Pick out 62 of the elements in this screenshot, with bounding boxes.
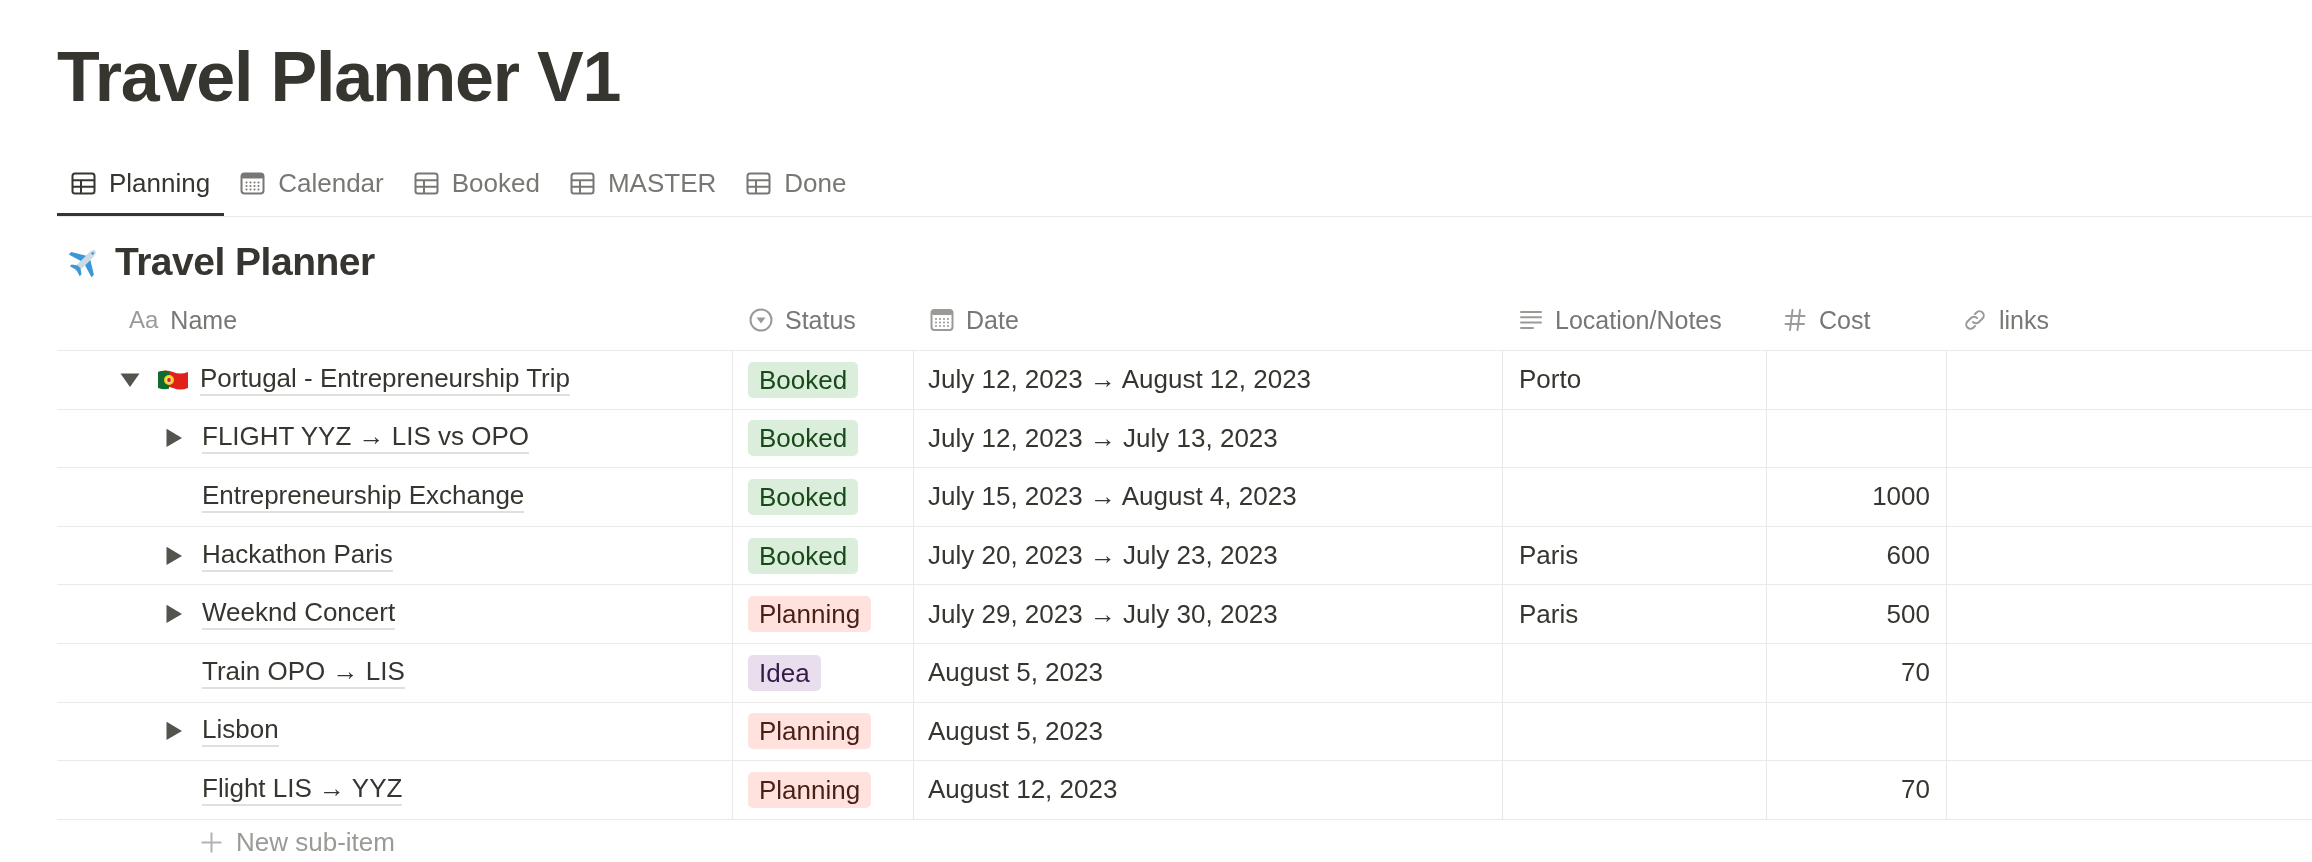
text-lines-icon xyxy=(1519,308,1543,332)
status-tag: Booked xyxy=(748,361,859,398)
link-icon xyxy=(1963,308,1987,332)
cost-value: 600 xyxy=(1886,540,1930,572)
view-tab[interactable]: Calendar xyxy=(226,150,398,216)
location-text: Paris xyxy=(1519,540,1579,572)
page-title: Travel Planner V1 xyxy=(57,37,621,118)
page-link[interactable]: Flight LIS → YYZ xyxy=(202,774,403,806)
status-tag: Booked xyxy=(748,479,859,515)
view-tab[interactable]: Done xyxy=(732,150,861,216)
page-link[interactable]: Hackathon Paris xyxy=(202,539,393,572)
location-text: Porto xyxy=(1519,364,1582,396)
cost-value: 1000 xyxy=(1872,481,1930,513)
page-link[interactable]: Train OPO → LIS xyxy=(202,656,405,689)
calendar-icon xyxy=(930,308,954,332)
date-text: August 12, 2023 xyxy=(928,774,1118,806)
database-title: Travel Planner xyxy=(115,240,375,284)
cost-value: 70 xyxy=(1901,657,1930,689)
date-text: July 12, 2023 → August 12, 2023 xyxy=(928,364,1312,396)
date-text: July 15, 2023 → August 4, 2023 xyxy=(928,481,1297,513)
table-icon xyxy=(413,171,439,195)
status-tag: Planning xyxy=(748,713,872,750)
page-link[interactable]: FLIGHT YYZ → LIS vs OPO xyxy=(202,422,529,455)
view-tab[interactable]: Booked xyxy=(399,150,554,216)
status-tag: Idea xyxy=(748,654,821,691)
view-tab[interactable]: MASTER xyxy=(555,150,731,216)
dropdown-circle-icon xyxy=(749,308,773,332)
location-text: Paris xyxy=(1519,598,1579,630)
column-header[interactable]: Aa Name xyxy=(129,305,238,335)
column-header[interactable]: Date xyxy=(930,305,1019,335)
table-icon xyxy=(746,171,772,195)
plus-icon xyxy=(201,832,222,854)
date-text: July 12, 2023 → July 13, 2023 xyxy=(928,422,1278,454)
new-sub-item-button[interactable]: New sub-item xyxy=(201,827,395,859)
view-tab[interactable]: Planning xyxy=(57,150,225,216)
page-link[interactable]: Lisbon xyxy=(202,715,279,748)
column-header[interactable]: Location/Notes xyxy=(1519,305,1722,335)
table-icon xyxy=(71,171,96,195)
triangle-right-icon[interactable] xyxy=(164,721,184,742)
page-link[interactable]: Weeknd Concert xyxy=(202,598,396,631)
date-text: July 20, 2023 → July 23, 2023 xyxy=(928,540,1278,572)
page-link[interactable]: Portugal - Entrepreneurship Trip xyxy=(200,363,570,396)
cost-value: 70 xyxy=(1901,774,1930,806)
column-header[interactable]: Cost xyxy=(1783,305,1871,335)
triangle-right-icon[interactable] xyxy=(164,604,184,625)
page-link[interactable]: Entrepreneurship Exchange xyxy=(202,481,525,513)
status-tag: Planning xyxy=(748,771,872,808)
status-tag: Booked xyxy=(748,420,859,457)
aa-type-icon: Aa xyxy=(129,306,159,334)
column-header[interactable]: links xyxy=(1963,305,2049,335)
date-text: August 5, 2023 xyxy=(928,657,1103,689)
table-icon xyxy=(569,171,595,195)
column-header[interactable]: Status xyxy=(749,305,856,335)
calendar-icon xyxy=(240,171,266,195)
triangle-right-icon[interactable] xyxy=(164,428,184,449)
status-tag: Booked xyxy=(748,537,859,574)
cost-value: 500 xyxy=(1886,598,1930,630)
triangle-right-icon[interactable] xyxy=(164,545,184,566)
status-tag: Planning xyxy=(748,596,872,633)
date-text: July 29, 2023 → July 30, 2023 xyxy=(928,598,1278,630)
hash-icon xyxy=(1783,308,1807,332)
date-text: August 5, 2023 xyxy=(928,715,1103,747)
